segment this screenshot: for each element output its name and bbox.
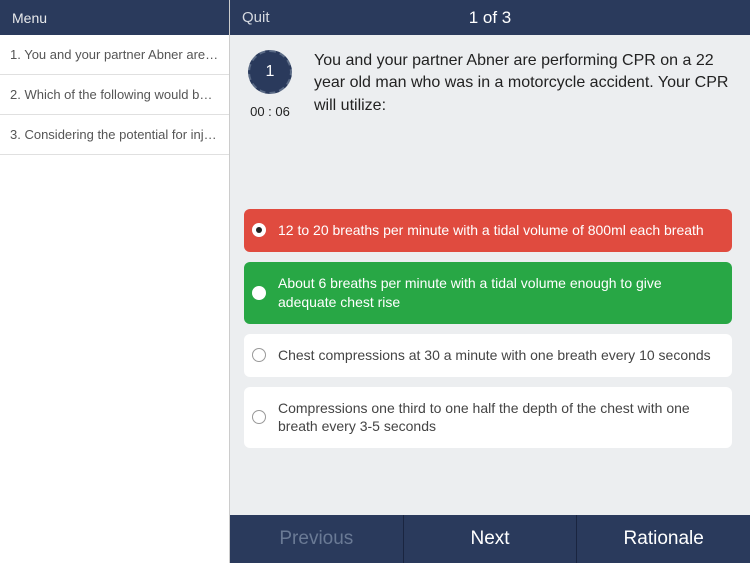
sidebar: Menu 1. You and your partner Abner are… … (0, 0, 230, 563)
radio-icon (252, 348, 266, 362)
footer-nav: Previous Next Rationale (230, 515, 750, 563)
question-list: 1. You and your partner Abner are… 2. Wh… (0, 35, 229, 563)
radio-icon (252, 223, 266, 237)
menu-label: Menu (12, 10, 47, 26)
quit-button[interactable]: Quit (242, 9, 270, 26)
radio-icon (252, 286, 266, 300)
answer-option-2[interactable]: About 6 breaths per minute with a tidal … (244, 262, 732, 324)
answer-option-4[interactable]: Compressions one third to one half the d… (244, 387, 732, 449)
sidebar-item-q1[interactable]: 1. You and your partner Abner are… (0, 35, 229, 75)
answer-list: 12 to 20 breaths per minute with a tidal… (240, 209, 740, 448)
answer-text: 12 to 20 breaths per minute with a tidal… (278, 221, 718, 240)
question-text: You and your partner Abner are performin… (314, 50, 740, 119)
question-number-badge: 1 (248, 50, 292, 94)
previous-button[interactable]: Previous (230, 515, 404, 563)
rationale-button[interactable]: Rationale (577, 515, 750, 563)
question-row: 1 00 : 06 You and your partner Abner are… (240, 50, 740, 119)
answer-text: Compressions one third to one half the d… (278, 399, 718, 437)
answer-option-1[interactable]: 12 to 20 breaths per minute with a tidal… (244, 209, 732, 252)
main-header: Quit 1 of 3 (230, 0, 750, 35)
sidebar-item-q2[interactable]: 2. Which of the following would be… (0, 75, 229, 115)
next-button[interactable]: Next (404, 515, 578, 563)
answer-text: Chest compressions at 30 a minute with o… (278, 346, 718, 365)
answer-text: About 6 breaths per minute with a tidal … (278, 274, 718, 312)
main-panel: Quit 1 of 3 1 00 : 06 You and your partn… (230, 0, 750, 563)
progress-indicator: 1 of 3 (469, 8, 512, 28)
menu-button[interactable]: Menu (0, 0, 229, 35)
content-area: 1 00 : 06 You and your partner Abner are… (230, 35, 750, 515)
sidebar-item-q3[interactable]: 3. Considering the potential for inj… (0, 115, 229, 155)
question-meta: 1 00 : 06 (240, 50, 300, 119)
timer: 00 : 06 (250, 104, 290, 119)
answer-option-3[interactable]: Chest compressions at 30 a minute with o… (244, 334, 732, 377)
radio-icon (252, 410, 266, 424)
